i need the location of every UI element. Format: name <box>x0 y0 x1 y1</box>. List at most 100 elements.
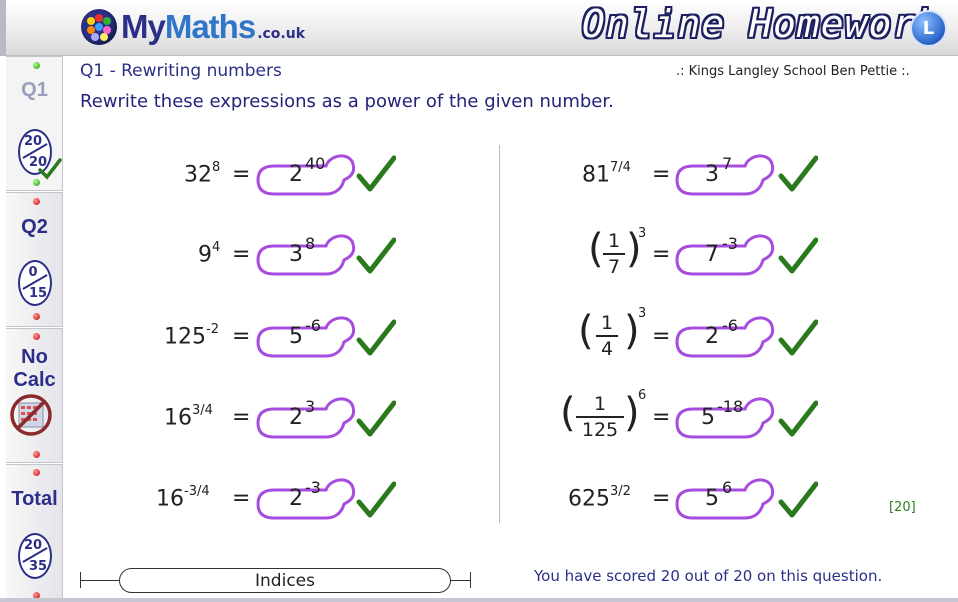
expression: 16-3/4 <box>156 484 210 512</box>
topic-slider-end <box>80 572 81 588</box>
equals-sign: = <box>232 162 251 187</box>
school-and-student: .: Kings Langley School Ben Pettie :. <box>676 64 910 79</box>
answer-bubble[interactable]: 5 6 <box>675 472 793 528</box>
no-calc-label-line1: No <box>21 346 48 368</box>
logo-my-text: My <box>121 8 166 45</box>
correct-tick-icon <box>778 400 818 437</box>
homework-menu-icon: L <box>922 18 935 39</box>
topic-button[interactable]: Indices <box>119 568 451 593</box>
total-score-den: 35 <box>28 559 48 574</box>
answer-base: 5 <box>701 405 715 430</box>
answer-exponent: 40 <box>305 154 326 173</box>
equals-sign: = <box>232 405 251 430</box>
topic-slider-end <box>470 572 471 588</box>
correct-tick-icon <box>778 155 818 192</box>
logo-dots-icon <box>81 9 117 45</box>
correct-tick-icon <box>356 400 396 437</box>
correct-tick-icon <box>356 481 396 518</box>
correct-tick-icon <box>356 237 396 274</box>
status-dot <box>33 313 40 320</box>
answer-exponent: -18 <box>717 397 744 416</box>
answer-bubble[interactable]: 7 -3 <box>675 228 793 284</box>
answer-exponent: -6 <box>305 316 321 335</box>
answer-base: 2 <box>705 324 719 349</box>
question-instruction: Rewrite these expressions as a power of … <box>80 91 614 112</box>
answer-base: 5 <box>705 486 719 511</box>
correct-tick-icon <box>778 319 818 356</box>
left-paren: ( <box>578 308 594 354</box>
fraction-exponent: 3 <box>638 226 647 241</box>
tab-q1[interactable]: Q1 20 20 <box>6 56 63 191</box>
logo-domain-text: .co.uk <box>257 26 306 42</box>
expression: 817/4 <box>582 160 631 188</box>
answer-bubble[interactable]: 3 7 <box>675 148 793 204</box>
fraction: 1 125 <box>576 393 624 441</box>
q1-complete-tick-icon <box>38 158 62 180</box>
no-calc-label-line2: Calc <box>13 369 56 391</box>
question-title: Q1 - Rewriting numbers <box>80 61 282 81</box>
equals-sign: = <box>232 242 251 267</box>
answer-exponent: -3 <box>305 478 321 497</box>
tab-q2-label: Q2 <box>21 216 48 238</box>
expression: 125-2 <box>164 322 219 350</box>
answer-base: 2 <box>289 162 303 187</box>
no-calculator-icon <box>10 394 52 436</box>
answer-base: 3 <box>289 242 303 267</box>
question-sidebar: Q1 20 20 Q2 0 15 No Calc Total 20 35 <box>0 56 64 602</box>
q2-score-den: 15 <box>28 286 48 301</box>
homework-menu-button[interactable]: L <box>910 10 947 47</box>
tab-q2[interactable]: Q2 0 15 <box>6 192 63 327</box>
total-score-num: 20 <box>23 538 43 553</box>
total-label: Total <box>11 488 58 510</box>
equals-sign: = <box>652 405 671 430</box>
answer-exponent: 6 <box>722 478 733 497</box>
fraction: 14 <box>596 312 618 360</box>
equals-sign: = <box>652 324 671 349</box>
status-dot <box>33 179 40 186</box>
fraction-exponent: 6 <box>638 388 647 403</box>
status-dot <box>33 62 40 69</box>
answer-base: 2 <box>289 486 303 511</box>
score-status: You have scored 20 out of 20 on this que… <box>534 567 883 585</box>
status-dot <box>33 451 40 458</box>
answer-exponent: 8 <box>305 234 316 253</box>
expression: 163/4 <box>164 403 213 431</box>
column-divider <box>499 145 500 523</box>
equals-sign: = <box>652 242 671 267</box>
q1-score-num: 20 <box>23 134 43 149</box>
equals-sign: = <box>652 162 671 187</box>
total-score-badge: 20 35 <box>18 533 52 579</box>
fraction: 17 <box>603 230 625 278</box>
mymaths-logo[interactable]: My Maths .co.uk <box>81 7 305 47</box>
equals-sign: = <box>232 324 251 349</box>
equals-sign: = <box>232 486 251 511</box>
tab-q1-label: Q1 <box>21 79 48 101</box>
tab-no-calc: No Calc <box>6 328 63 463</box>
status-dot <box>33 333 40 340</box>
answer-bubble[interactable]: 5 -18 <box>675 391 793 447</box>
equals-sign: = <box>652 486 671 511</box>
answer-exponent: 3 <box>305 397 316 416</box>
q2-score-badge: 0 15 <box>18 260 52 306</box>
bottom-border <box>0 598 958 602</box>
online-homework-title: Online Homework <box>582 2 941 46</box>
question-marks: [20] <box>889 500 916 515</box>
fraction-exponent: 3 <box>638 306 647 321</box>
answer-exponent: 7 <box>722 154 733 173</box>
status-dot <box>33 469 40 476</box>
expression: 94 <box>198 240 221 268</box>
correct-tick-icon <box>778 481 818 518</box>
answer-base: 5 <box>289 324 303 349</box>
correct-tick-icon <box>778 237 818 274</box>
answer-exponent: -3 <box>722 234 738 253</box>
header-bar: My Maths .co.uk Online Homework L <box>0 0 958 56</box>
left-paren: ( <box>560 390 576 436</box>
logo-maths-text: Maths <box>164 8 256 45</box>
left-paren: ( <box>588 226 604 272</box>
correct-tick-icon <box>356 155 396 192</box>
answer-exponent: -6 <box>722 316 738 335</box>
expression: 328 <box>184 160 221 188</box>
answer-base: 7 <box>705 242 719 267</box>
answer-base: 2 <box>289 405 303 430</box>
answer-bubble[interactable]: 2 -6 <box>675 310 793 366</box>
